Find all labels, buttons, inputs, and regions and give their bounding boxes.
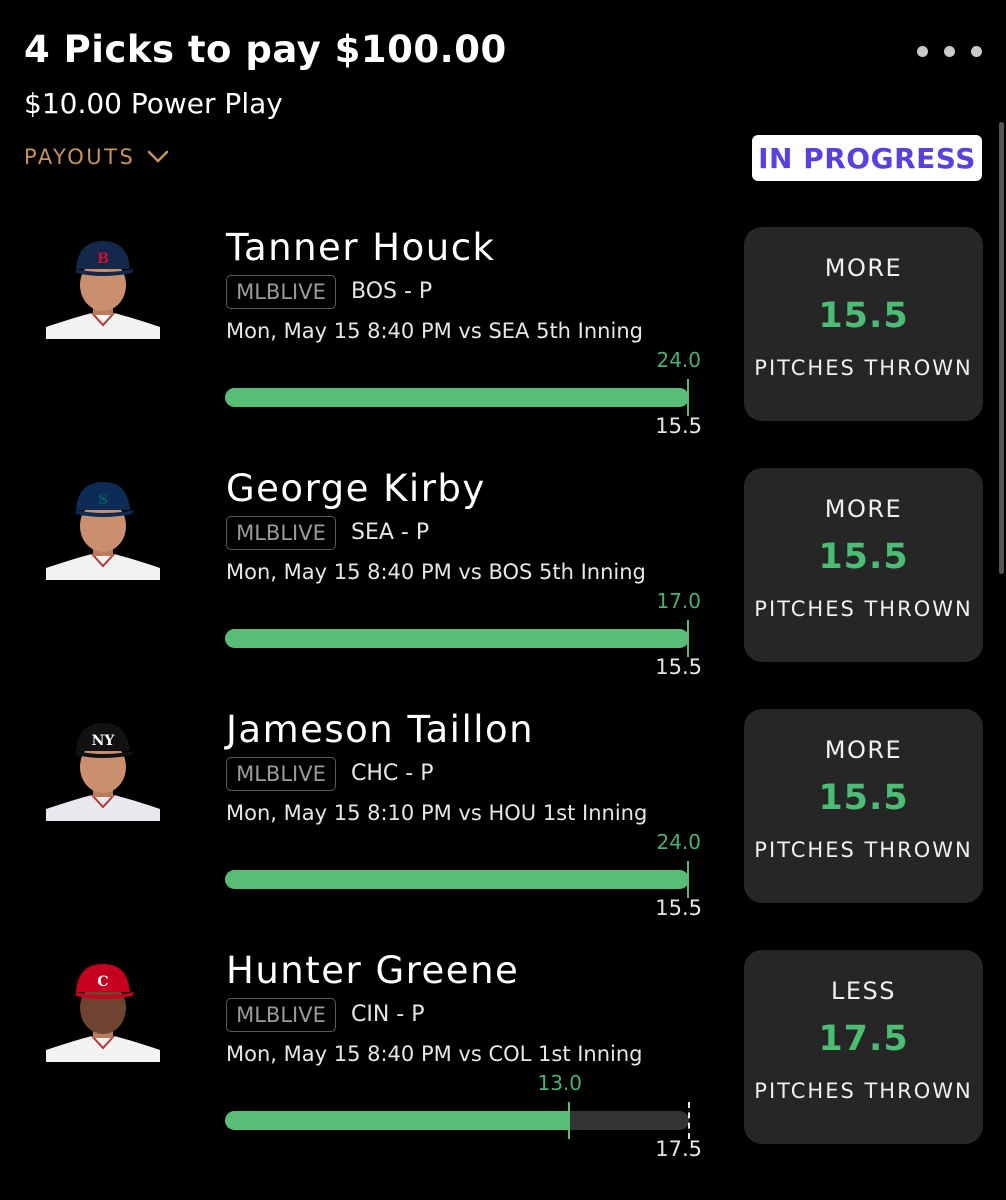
pick-row[interactable]: C Hunter Greene MLBLIVE CIN - P Mon, May… (0, 949, 1006, 1190)
current-stat-value: 24.0 (656, 830, 701, 854)
progress-fill (225, 629, 689, 648)
pick-line: 15.5 (818, 537, 909, 577)
progress-fill (225, 870, 689, 889)
progress-marker (687, 379, 689, 416)
pick-card[interactable]: MORE 15.5 PITCHES THROWN (744, 227, 983, 421)
team-position: SEA - P (351, 520, 430, 545)
current-stat-value: 17.0 (656, 589, 701, 613)
player-avatar: B (46, 235, 160, 339)
game-info: Mon, May 15 8:40 PM vs COL 1st Inning (226, 1042, 643, 1066)
progress-track (225, 379, 689, 416)
target-marker (688, 1102, 690, 1139)
pick-line: 15.5 (818, 296, 909, 336)
svg-text:B: B (97, 251, 109, 267)
player-name: Tanner Houck (226, 226, 496, 269)
pick-card[interactable]: MORE 15.5 PITCHES THROWN (744, 709, 983, 903)
line-value-label: 15.5 (655, 414, 702, 438)
pick-direction: MORE (824, 736, 903, 764)
team-position: CIN - P (351, 1002, 425, 1027)
more-options-icon[interactable] (917, 46, 982, 57)
current-stat-value: 13.0 (537, 1071, 582, 1095)
pick-card[interactable]: LESS 17.5 PITCHES THROWN (744, 950, 983, 1144)
status-badge: IN PROGRESS (752, 135, 982, 181)
pick-card[interactable]: MORE 15.5 PITCHES THROWN (744, 468, 983, 662)
league-badge: MLBLIVE (226, 998, 336, 1032)
game-info: Mon, May 15 8:40 PM vs BOS 5th Inning (226, 560, 646, 584)
pick-direction: LESS (830, 977, 896, 1005)
payouts-label: PAYOUTS (24, 145, 136, 169)
pick-stat: PITCHES THROWN (754, 1079, 973, 1103)
team-position: BOS - P (351, 279, 433, 304)
entry-subtitle: $10.00 Power Play (24, 87, 283, 120)
player-name: Hunter Greene (226, 949, 520, 992)
game-info: Mon, May 15 8:10 PM vs HOU 1st Inning (226, 801, 648, 825)
progress-fill (225, 1111, 570, 1130)
team-position: CHC - P (351, 761, 434, 786)
progress-marker (687, 620, 689, 657)
league-badge: MLBLIVE (226, 275, 336, 309)
pick-direction: MORE (824, 254, 903, 282)
game-info: Mon, May 15 8:40 PM vs SEA 5th Inning (226, 319, 643, 343)
pick-row[interactable]: B Tanner Houck MLBLIVE BOS - P Mon, May … (0, 226, 1006, 467)
progress-track (225, 861, 689, 898)
progress-fill (225, 388, 689, 407)
chevron-down-icon (148, 150, 169, 163)
current-stat-value: 24.0 (656, 348, 701, 372)
progress-track (225, 1102, 690, 1139)
pick-stat: PITCHES THROWN (754, 597, 973, 621)
svg-text:NY: NY (92, 733, 116, 749)
payouts-toggle[interactable]: PAYOUTS (24, 145, 169, 169)
page-title: 4 Picks to pay $100.00 (24, 28, 507, 71)
svg-text:S: S (98, 492, 108, 508)
player-name: George Kirby (226, 467, 486, 510)
line-value-label: 17.5 (655, 1137, 702, 1161)
pick-row[interactable]: S George Kirby MLBLIVE SEA - P Mon, May … (0, 467, 1006, 708)
line-value-label: 15.5 (655, 655, 702, 679)
pick-direction: MORE (824, 495, 903, 523)
player-avatar: C (46, 958, 160, 1062)
pick-line: 15.5 (818, 778, 909, 818)
player-avatar: NY (46, 717, 160, 821)
line-value-label: 15.5 (655, 896, 702, 920)
progress-marker (687, 861, 689, 898)
pick-row[interactable]: NY Jameson Taillon MLBLIVE CHC - P Mon, … (0, 708, 1006, 949)
progress-track (225, 620, 689, 657)
player-avatar: S (46, 476, 160, 580)
pick-stat: PITCHES THROWN (754, 838, 973, 862)
svg-text:C: C (97, 974, 108, 990)
pick-line: 17.5 (818, 1019, 909, 1059)
pick-stat: PITCHES THROWN (754, 356, 973, 380)
progress-marker (568, 1102, 570, 1139)
league-badge: MLBLIVE (226, 516, 336, 550)
league-badge: MLBLIVE (226, 757, 336, 791)
player-name: Jameson Taillon (226, 708, 535, 751)
